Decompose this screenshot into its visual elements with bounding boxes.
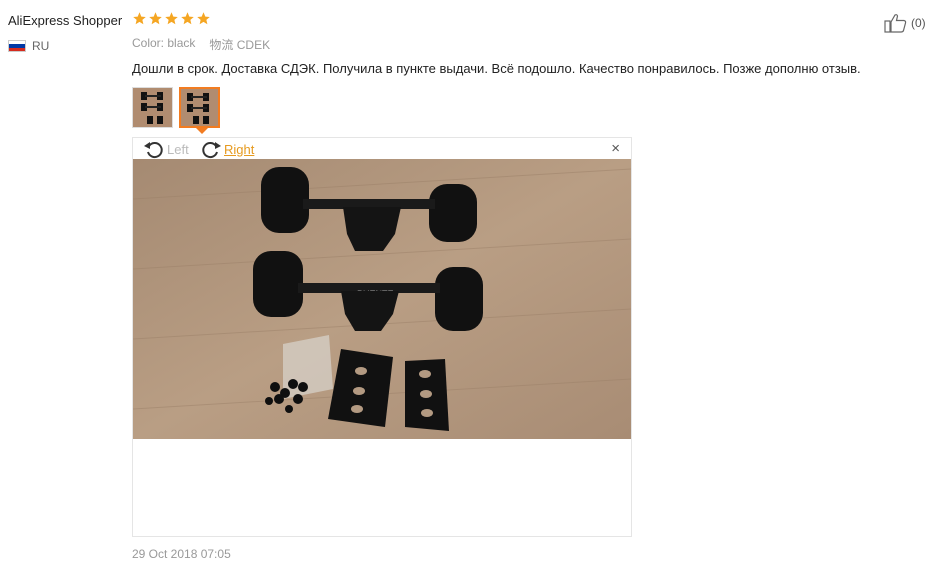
rating-stars — [132, 11, 211, 26]
star-icon — [133, 12, 146, 25]
star-icon — [149, 12, 162, 25]
review-thumbnail-selected[interactable] — [179, 87, 220, 128]
reviewer-name: AliExpress Shopper — [8, 13, 123, 28]
rotate-left-icon — [144, 142, 163, 159]
review-thumbnail[interactable] — [132, 87, 173, 128]
review-text: Дошли в срок. Доставка СДЭК. Получила в … — [132, 61, 861, 76]
selected-indicator — [196, 128, 208, 134]
image-viewer: Left Right × — [132, 137, 632, 537]
rotate-right-button[interactable]: Right — [200, 139, 254, 159]
review-photo: PUENTE PUENTE — [133, 159, 631, 439]
property-logistics: 物流 CDEK — [209, 38, 271, 52]
rotate-right-icon — [202, 142, 221, 159]
property-color: Color: black — [132, 36, 196, 50]
thumbs-up-icon — [884, 14, 907, 33]
review-date: 29 Oct 2018 07:05 — [132, 547, 231, 561]
star-icon — [197, 12, 210, 25]
review-thumbnails — [132, 87, 220, 128]
rotate-left-button[interactable]: Left — [143, 139, 189, 159]
russia-flag-icon — [8, 40, 26, 52]
star-icon — [181, 12, 194, 25]
viewer-toolbar: Left Right × — [133, 138, 631, 159]
star-icon — [165, 12, 178, 25]
close-viewer-button[interactable]: × — [611, 140, 620, 157]
helpful-button[interactable]: (0) — [884, 13, 926, 33]
order-properties: Color: black 物流 CDEK — [132, 36, 270, 53]
reviewer-country: RU — [8, 39, 49, 53]
helpful-count: (0) — [911, 16, 926, 30]
country-code: RU — [32, 39, 50, 53]
